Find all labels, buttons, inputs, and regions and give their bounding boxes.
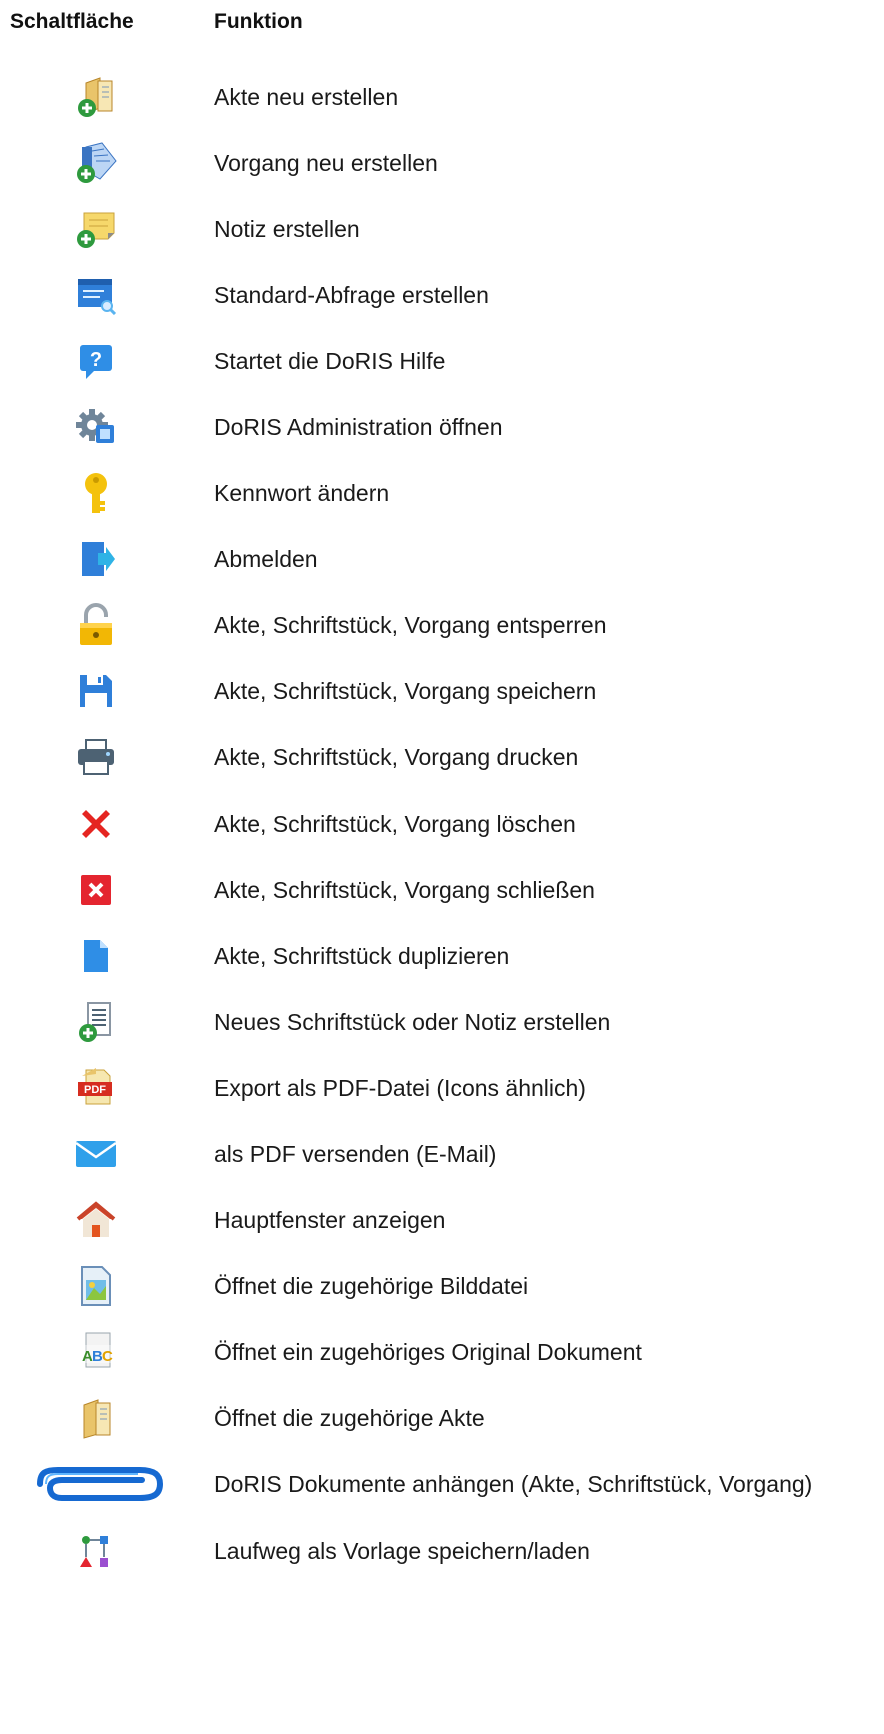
column-header-function: Funktion: [214, 10, 303, 33]
admin-gear-icon: [70, 401, 122, 453]
table-row: Laufweg als Vorlage speichern/laden: [0, 1521, 884, 1581]
table-row: Akte, Schriftstück, Vorgang schließen: [0, 860, 884, 920]
table-row: Notiz erstellen: [0, 199, 884, 259]
table-row: DoRIS Administration öffnen: [0, 397, 884, 457]
duplicate-icon: [70, 930, 122, 982]
function-label: Startet die DoRIS Hilfe: [214, 347, 446, 374]
svg-text:C: C: [102, 1348, 113, 1365]
function-label: Öffnet ein zugehöriges Original Dokument: [214, 1338, 642, 1365]
column-header-button: Schaltfläche: [10, 10, 134, 33]
table-row: Akte, Schriftstück, Vorgang drucken: [0, 727, 884, 787]
table-row: Standard-Abfrage erstellen: [0, 265, 884, 325]
function-label: Vorgang neu erstellen: [214, 149, 438, 176]
function-label: Export als PDF-Datei (Icons ähnlich): [214, 1074, 586, 1101]
function-label: Abmelden: [214, 545, 318, 572]
delete-icon: [70, 798, 122, 850]
function-label: Öffnet die zugehörige Akte: [214, 1404, 485, 1431]
pdf-export-icon: PDF: [70, 1062, 122, 1114]
function-label: Hauptfenster anzeigen: [214, 1206, 446, 1233]
workflow-icon: [70, 1525, 122, 1577]
help-icon: ?: [70, 335, 122, 387]
table-row: Hauptfenster anzeigen: [0, 1190, 884, 1250]
unlock-icon: [70, 599, 122, 651]
logout-icon: [70, 533, 122, 585]
folder-open-icon: [70, 1392, 122, 1444]
original-document-icon: ABC: [70, 1326, 122, 1378]
function-label: Öffnet die zugehörige Bilddatei: [214, 1272, 529, 1299]
function-label: Akte neu erstellen: [214, 83, 399, 110]
table-row: Akte, Schriftstück duplizieren: [0, 926, 884, 986]
function-label: Akte, Schriftstück duplizieren: [214, 942, 510, 969]
key-icon: [70, 467, 122, 519]
query-search-icon: [70, 269, 122, 321]
table-row: Akte, Schriftstück, Vorgang löschen: [0, 794, 884, 854]
save-icon: [70, 665, 122, 717]
table-row: Neues Schriftstück oder Notiz erstellen: [0, 992, 884, 1052]
home-icon: [70, 1194, 122, 1246]
table-row: Akte, Schriftstück, Vorgang entsperren: [0, 595, 884, 655]
table-row: ? Startet die DoRIS Hilfe: [0, 331, 884, 391]
table-row: Vorgang neu erstellen: [0, 133, 884, 193]
function-label: Akte, Schriftstück, Vorgang entsperren: [214, 611, 607, 638]
table-row: A B C Öffnet ein zugehöriges Original Dokum…: [0, 1322, 884, 1382]
table-row: Öffnet die zugehörige Bilddatei: [0, 1256, 884, 1316]
table-row: Abmelden: [0, 529, 884, 589]
function-label: DoRIS Administration öffnen: [214, 413, 503, 440]
table-row: als PDF versenden (E-Mail): [0, 1124, 884, 1184]
function-label: Standard-Abfrage erstellen: [214, 281, 489, 308]
svg-text:PDF: PDF: [84, 1084, 106, 1096]
function-label: Akte, Schriftstück, Vorgang speichern: [214, 677, 597, 704]
process-add-icon: [70, 137, 122, 189]
table-row: PDF Export als PDF-Datei (Icons ähnlich): [0, 1058, 884, 1118]
table-row: Akte neu erstellen: [0, 67, 884, 127]
mail-icon: [70, 1128, 122, 1180]
function-label: Laufweg als Vorlage speichern/laden: [214, 1537, 590, 1564]
close-icon: [70, 864, 122, 916]
function-label: Notiz erstellen: [214, 215, 360, 242]
function-label: Akte, Schriftstück, Vorgang löschen: [214, 810, 576, 837]
folder-add-icon: [70, 71, 122, 123]
function-label: DoRIS Dokumente anhängen (Akte, Schrifts…: [214, 1470, 813, 1497]
svg-text:?: ?: [90, 349, 102, 371]
paperclip-icon: [28, 1458, 168, 1510]
print-icon: [70, 731, 122, 783]
table-row: Öffnet die zugehörige Akte: [0, 1388, 884, 1448]
function-label: Akte, Schriftstück, Vorgang drucken: [214, 743, 579, 770]
table-row: Kennwort ändern: [0, 463, 884, 523]
document-add-icon: [70, 996, 122, 1048]
function-label: Neues Schriftstück oder Notiz erstellen: [214, 1008, 611, 1035]
table-row: Akte, Schriftstück, Vorgang speichern: [0, 661, 884, 721]
image-file-icon: [70, 1260, 122, 1312]
function-label: als PDF versenden (E-Mail): [214, 1140, 497, 1167]
function-label: Akte, Schriftstück, Vorgang schließen: [214, 876, 595, 903]
note-add-icon: [70, 203, 122, 255]
table-row: DoRIS Dokumente anhängen (Akte, Schrifts…: [0, 1454, 884, 1514]
function-label: Kennwort ändern: [214, 479, 390, 506]
